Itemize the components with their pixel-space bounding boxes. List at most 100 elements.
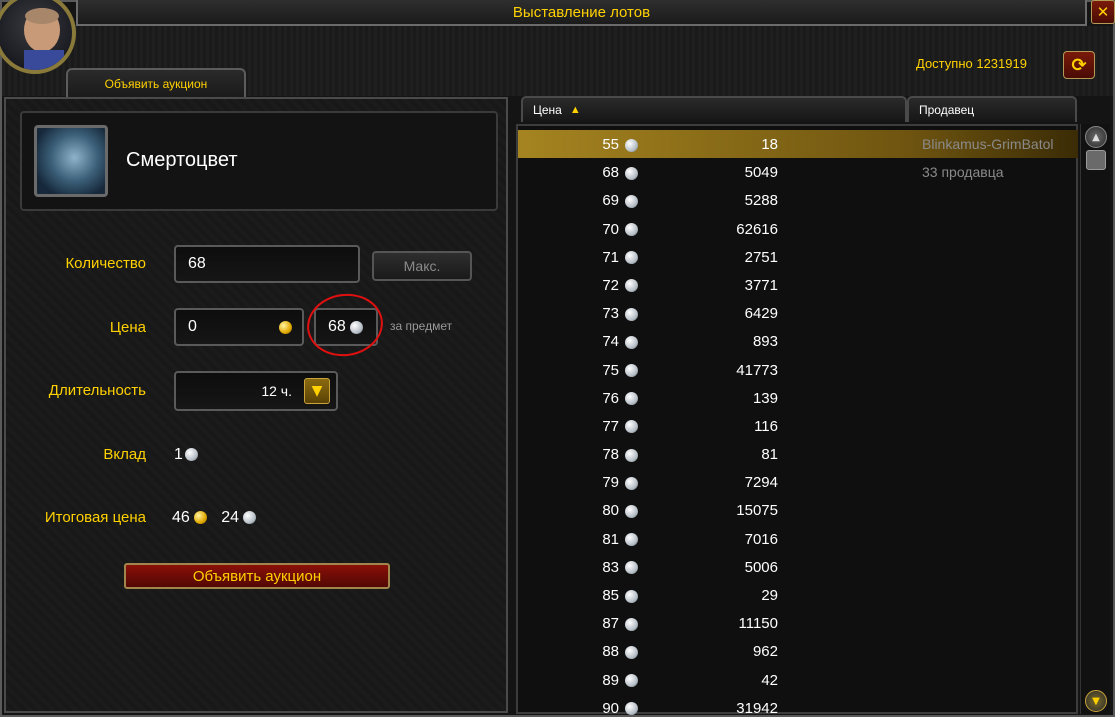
column-price-label: Цена [533, 103, 562, 117]
duration-label: Длительность [48, 382, 146, 399]
row-price: 83 [518, 559, 638, 576]
row-quantity: 31942 [736, 699, 778, 717]
listings-list: 55 18 Blinkamus-GrimBatol 68 5049 33 продавца… [518, 130, 1078, 717]
scrollbar[interactable]: ▲ ▼ [1080, 124, 1110, 714]
close-button[interactable]: ✕ [1091, 0, 1115, 24]
quantity-input[interactable]: 68 [174, 245, 360, 283]
total-silver: 24 [221, 509, 240, 526]
row-quantity: 7294 [744, 474, 778, 492]
price-gold-value: 0 [188, 318, 197, 335]
row-price: 68 [518, 164, 638, 181]
table-row[interactable]: 74 893 [518, 327, 1078, 355]
row-quantity: 29 [761, 587, 778, 604]
scroll-thumb[interactable] [1086, 150, 1106, 170]
herb-icon [34, 125, 108, 197]
price-gold-input[interactable]: 0 [174, 308, 304, 346]
row-price: 89 [518, 672, 638, 689]
silver-coin-icon [625, 702, 638, 716]
max-button[interactable]: Макс. [372, 251, 472, 281]
silver-coin-icon [625, 166, 638, 180]
table-row[interactable]: 80 15075 [518, 496, 1078, 524]
silver-coin-icon [625, 476, 638, 490]
item-slot[interactable]: Смертоцвет [20, 111, 498, 211]
available-count: Доступно 1231919 [916, 56, 1027, 71]
silver-coin-icon [625, 617, 638, 631]
post-auction-button[interactable]: Объявить аукцион [124, 563, 390, 589]
table-row[interactable]: 83 5006 [518, 553, 1078, 581]
row-price-value: 71 [602, 248, 619, 266]
deposit-label: Вклад [103, 446, 146, 463]
table-row[interactable]: 75 41773 [518, 356, 1078, 384]
table-row[interactable]: 72 3771 [518, 271, 1078, 299]
silver-coin-icon [625, 589, 638, 603]
row-price-value: 75 [602, 361, 619, 379]
table-row[interactable]: 89 42 [518, 666, 1078, 694]
table-row[interactable]: 69 5288 [518, 186, 1078, 214]
table-row[interactable]: 55 18 Blinkamus-GrimBatol [518, 130, 1078, 159]
row-quantity: 15075 [736, 502, 778, 520]
row-seller: 33 продавца [922, 164, 1004, 181]
dropdown-arrow-icon[interactable]: ▼ [304, 378, 330, 404]
table-row[interactable]: 90 31942 [518, 694, 1078, 717]
window-title: Выставление лотов [512, 3, 651, 21]
row-price-value: 55 [602, 136, 619, 153]
table-row[interactable]: 85 29 [518, 581, 1078, 609]
tab-post-auction[interactable]: Объявить аукцион [66, 68, 246, 98]
row-price-value: 73 [602, 305, 619, 323]
table-row[interactable]: 76 139 [518, 384, 1078, 412]
row-price: 87 [518, 615, 638, 632]
table-row[interactable]: 68 5049 33 продавца [518, 158, 1078, 186]
row-price: 90 [518, 700, 638, 717]
column-seller-label: Продавец [919, 103, 975, 117]
row-price-value: 80 [602, 502, 619, 520]
duration-value: 12 ч. [261, 383, 292, 399]
table-row[interactable]: 73 6429 [518, 299, 1078, 327]
title-bar: Выставление лотов [76, 0, 1087, 26]
row-quantity: 962 [752, 643, 778, 661]
column-header-price[interactable]: Цена ▲ [521, 96, 907, 122]
refresh-button[interactable]: ⟳ [1063, 51, 1095, 79]
silver-coin-icon [625, 251, 638, 265]
total-value: 46 24 [172, 509, 257, 527]
silver-coin-icon [625, 392, 638, 406]
row-price: 73 [518, 305, 638, 322]
table-row[interactable]: 78 81 [518, 440, 1078, 468]
tab-label: Объявить аукцион [104, 77, 208, 91]
quantity-label: Количество [65, 255, 146, 272]
column-header-seller[interactable]: Продавец [907, 96, 1077, 122]
row-price-value: 77 [602, 417, 619, 435]
row-price-value: 90 [602, 699, 619, 717]
row-quantity: 5006 [744, 558, 778, 576]
row-price: 81 [518, 531, 638, 548]
silver-coin-icon [625, 138, 638, 152]
table-row[interactable]: 88 962 [518, 637, 1078, 665]
table-row[interactable]: 81 7016 [518, 525, 1078, 553]
row-price-value: 83 [602, 558, 619, 576]
silver-coin-icon [625, 645, 638, 659]
row-price: 77 [518, 418, 638, 435]
table-row[interactable]: 79 7294 [518, 468, 1078, 496]
table-row[interactable]: 77 116 [518, 412, 1078, 440]
sort-up-arrow-icon: ▲ [569, 104, 581, 116]
scroll-down-icon[interactable]: ▼ [1085, 690, 1107, 712]
row-price: 85 [518, 587, 638, 604]
silver-coin-icon [625, 533, 638, 547]
row-quantity: 2751 [744, 248, 778, 266]
per-item-label: за предмет [390, 319, 453, 333]
row-quantity: 5288 [744, 192, 778, 210]
row-price: 76 [518, 390, 638, 407]
table-row[interactable]: 87 11150 [518, 609, 1078, 637]
silver-coin-icon [625, 307, 638, 321]
row-price-value: 85 [602, 587, 619, 604]
row-price-value: 78 [602, 446, 619, 464]
row-price-value: 81 [602, 530, 619, 548]
row-price-value: 69 [602, 192, 619, 210]
row-quantity: 62616 [736, 220, 778, 238]
table-row[interactable]: 70 62616 [518, 215, 1078, 243]
scroll-up-icon[interactable]: ▲ [1085, 126, 1107, 148]
row-price-value: 87 [602, 615, 619, 633]
gold-coin-icon [279, 320, 292, 334]
silver-coin-icon [625, 504, 638, 518]
row-quantity: 6429 [744, 305, 778, 323]
table-row[interactable]: 71 2751 [518, 243, 1078, 271]
